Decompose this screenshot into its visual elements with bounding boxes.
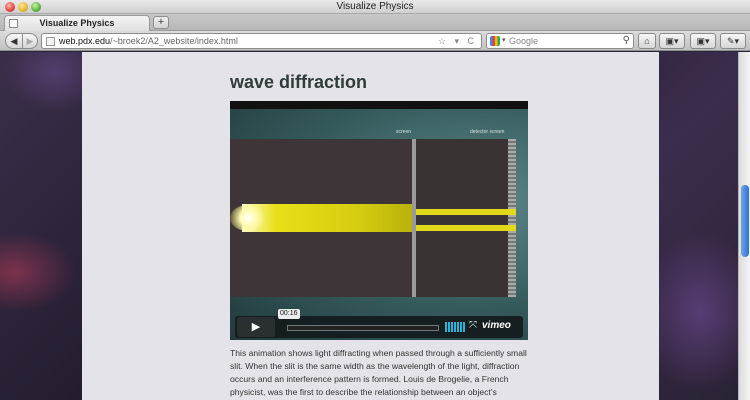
light-source bbox=[230, 205, 266, 231]
bookmarks-button[interactable]: ▣▾ bbox=[659, 33, 685, 49]
home-button[interactable]: ⌂ bbox=[638, 33, 656, 49]
video-player[interactable]: screen detector screen ▶ 00:16 ⤧ vimeo bbox=[230, 101, 528, 340]
addon-button[interactable]: ▣▾ bbox=[690, 33, 716, 49]
search-icon[interactable]: ⚲ bbox=[623, 35, 630, 46]
bookmark-star-icon[interactable]: ☆ ▾ C bbox=[438, 36, 477, 47]
volume-control[interactable] bbox=[445, 322, 465, 332]
diffracted-beam-upper bbox=[416, 209, 516, 215]
video-frame: screen detector screen ▶ 00:16 ⤧ vimeo bbox=[230, 109, 528, 340]
google-icon bbox=[490, 36, 500, 46]
video-controls: ▶ 00:16 ⤧ vimeo bbox=[235, 309, 523, 338]
back-button[interactable]: ◀ bbox=[5, 33, 23, 49]
url-path: /~broek2/A2_website/index.html bbox=[110, 36, 238, 46]
tab-bar: Visualize Physics + bbox=[0, 14, 750, 31]
fullscreen-icon[interactable]: ⤧ bbox=[469, 320, 477, 331]
scrollbar-thumb[interactable] bbox=[741, 185, 749, 257]
diffracted-beam-lower bbox=[416, 225, 516, 231]
detector-chamber bbox=[416, 139, 508, 297]
vertical-scrollbar[interactable] bbox=[738, 52, 750, 400]
url-bar[interactable]: web.pdx.edu/~broek2/A2_website/index.htm… bbox=[41, 33, 482, 49]
tab-label: Visualize Physics bbox=[39, 18, 115, 28]
tab-visualize-physics[interactable]: Visualize Physics bbox=[4, 15, 150, 31]
timecode: 00:16 bbox=[278, 309, 300, 319]
vimeo-logo[interactable]: vimeo bbox=[482, 320, 511, 331]
detector-label: detector screen bbox=[470, 129, 505, 135]
search-placeholder: Google bbox=[509, 36, 539, 46]
search-engine-dropdown-icon[interactable]: ▾ bbox=[502, 36, 506, 44]
window-title: Visualize Physics bbox=[336, 1, 414, 12]
page-viewport: wave diffraction screen detector screen … bbox=[0, 52, 738, 400]
url-text[interactable]: web.pdx.edu/~broek2/A2_website/index.htm… bbox=[59, 36, 238, 46]
url-domain: web.pdx.edu bbox=[59, 36, 111, 46]
search-bar[interactable]: ▾ Google ⚲ bbox=[486, 33, 634, 49]
detector-screen bbox=[508, 139, 516, 297]
tools-button[interactable]: ✎▾ bbox=[720, 33, 746, 49]
description-text: This animation shows light diffracting w… bbox=[230, 348, 527, 397]
navigation-toolbar: ◀ ▶ web.pdx.edu/~broek2/A2_website/index… bbox=[0, 31, 750, 51]
light-beam bbox=[242, 204, 412, 232]
content-column: wave diffraction screen detector screen … bbox=[82, 52, 659, 400]
window-titlebar: Visualize Physics bbox=[0, 0, 750, 14]
forward-button[interactable]: ▶ bbox=[22, 33, 38, 49]
site-favicon-icon bbox=[46, 37, 55, 46]
screen-label: screen bbox=[396, 129, 412, 135]
new-tab-button[interactable]: + bbox=[153, 16, 169, 29]
page-title: wave diffraction bbox=[230, 72, 368, 92]
play-button[interactable]: ▶ bbox=[237, 317, 275, 337]
seek-bar[interactable] bbox=[287, 325, 439, 331]
